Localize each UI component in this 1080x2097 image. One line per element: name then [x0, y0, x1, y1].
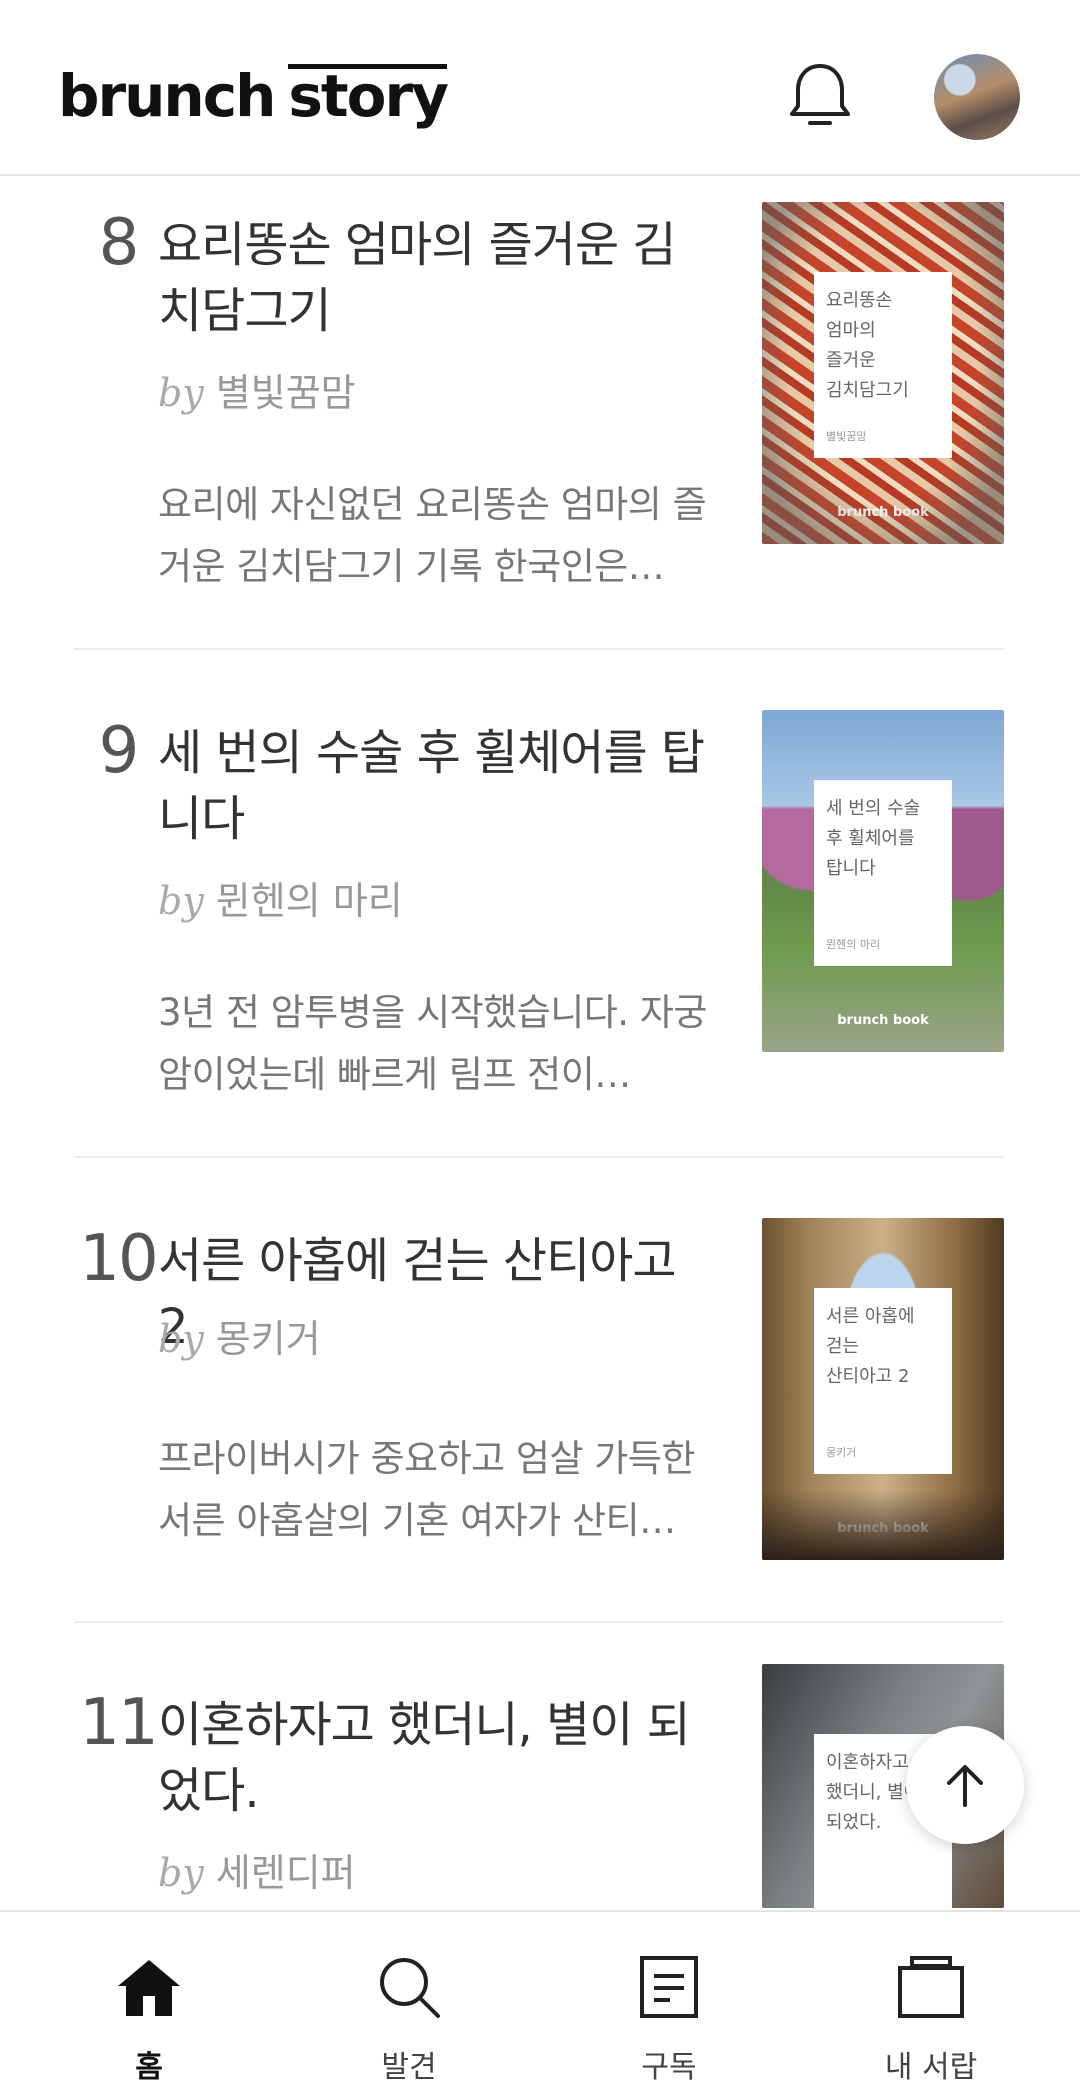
cover-brand: brunch book	[837, 505, 929, 520]
cover-card: 서른 아홉에 걷는 산티아고 2 몽키거	[814, 1288, 952, 1474]
app-header: brunch story	[0, 0, 1080, 176]
logo-text-brunch: brunch	[58, 62, 276, 130]
cover-author: 몽키거	[826, 1446, 857, 1459]
author-name: 뮌헨의 마리	[215, 879, 403, 923]
divider	[74, 1156, 1004, 1158]
arrow-up-icon	[947, 1765, 983, 1807]
article-excerpt: 프라이버시가 중요하고 엄살 가득한 서른 아홉살의 기혼 여자가 산티…	[158, 1437, 695, 1542]
nav-home[interactable]: 홈	[14, 1912, 284, 2097]
article-title[interactable]: 요리똥손 엄마의 즐거운 김치담그기	[158, 212, 718, 344]
book-cover[interactable]: 요리똥손 엄마의 즐거운 김치담그기 별빛꿈맘 brunch book	[762, 202, 1004, 544]
cover-title: 요리똥손 엄마의 즐거운 김치담그기	[826, 290, 909, 401]
author-name: 별빛꿈맘	[215, 371, 356, 415]
article-excerpt: 요리에 자신없던 요리똥손 엄마의 즐거운 김치담그기 기록 한국인은…	[158, 483, 707, 588]
author-name: 세렌디퍼	[215, 1851, 356, 1895]
divider	[74, 648, 1004, 650]
author-line[interactable]: by 세렌디퍼	[158, 1842, 356, 1897]
by-label: by	[158, 879, 204, 923]
home-icon	[118, 1960, 180, 2016]
by-label: by	[158, 371, 204, 415]
cover-card: 세 번의 수술 후 휠체어를 탑니다 뮌헨의 마리	[814, 780, 952, 966]
cover-title: 세 번의 수술 후 휠체어를 탑니다	[826, 798, 921, 879]
cover-card: 요리똥손 엄마의 즐거운 김치담그기 별빛꿈맘	[814, 272, 952, 458]
cover-author: 뮌헨의 마리	[826, 938, 881, 951]
brunch-story-logo[interactable]: brunch story	[58, 62, 449, 130]
nav-discover[interactable]: 발견	[274, 1912, 544, 2097]
article-excerpt: 3년 전 암투병을 시작했습니다. 자궁암이었는데 빠르게 림프 전이…	[158, 991, 707, 1096]
cover-brand: brunch book	[837, 1013, 929, 1028]
author-name: 몽키거	[215, 1317, 321, 1361]
author-line[interactable]: by 몽키거	[158, 1308, 321, 1363]
cover-brand: brunch book	[837, 1521, 929, 1536]
scroll-to-top-button[interactable]	[906, 1726, 1024, 1844]
nav-label-subscribe: 구독	[641, 2050, 697, 2085]
logo-text-story: story	[288, 62, 449, 130]
drawer-icon	[898, 1956, 964, 2018]
nav-subscribe[interactable]: 구독	[534, 1912, 804, 2097]
document-icon	[640, 1956, 698, 2018]
author-line[interactable]: by 뮌헨의 마리	[158, 870, 403, 925]
cover-author: 별빛꿈맘	[826, 430, 867, 443]
nav-label-drawer: 내 서랍	[884, 2050, 978, 2085]
by-label: by	[158, 1317, 204, 1361]
nav-drawer[interactable]: 내 서랍	[796, 1912, 1066, 2097]
book-cover[interactable]: 세 번의 수술 후 휠체어를 탑니다 뮌헨의 마리 brunch book	[762, 710, 1004, 1052]
article-title[interactable]: 이혼하자고 했더니, 별이 되었다.	[158, 1692, 718, 1824]
author-line[interactable]: by 별빛꿈맘	[158, 362, 356, 417]
nav-label-discover: 발견	[381, 2050, 437, 2085]
cover-title: 서른 아홉에 걷는 산티아고 2	[826, 1306, 915, 1387]
article-title[interactable]: 세 번의 수술 후 휠체어를 탑니다	[158, 720, 718, 852]
by-label: by	[158, 1851, 204, 1895]
nav-label-home: 홈	[135, 2050, 163, 2085]
divider	[74, 1621, 1004, 1623]
bottom-navigation: 홈 발견 구독 내 서랍	[0, 1910, 1080, 2097]
book-cover[interactable]: 서른 아홉에 걷는 산티아고 2 몽키거 brunch book	[762, 1218, 1004, 1560]
search-icon	[380, 1958, 440, 2018]
bell-icon[interactable]	[780, 56, 860, 136]
avatar[interactable]	[934, 54, 1020, 140]
